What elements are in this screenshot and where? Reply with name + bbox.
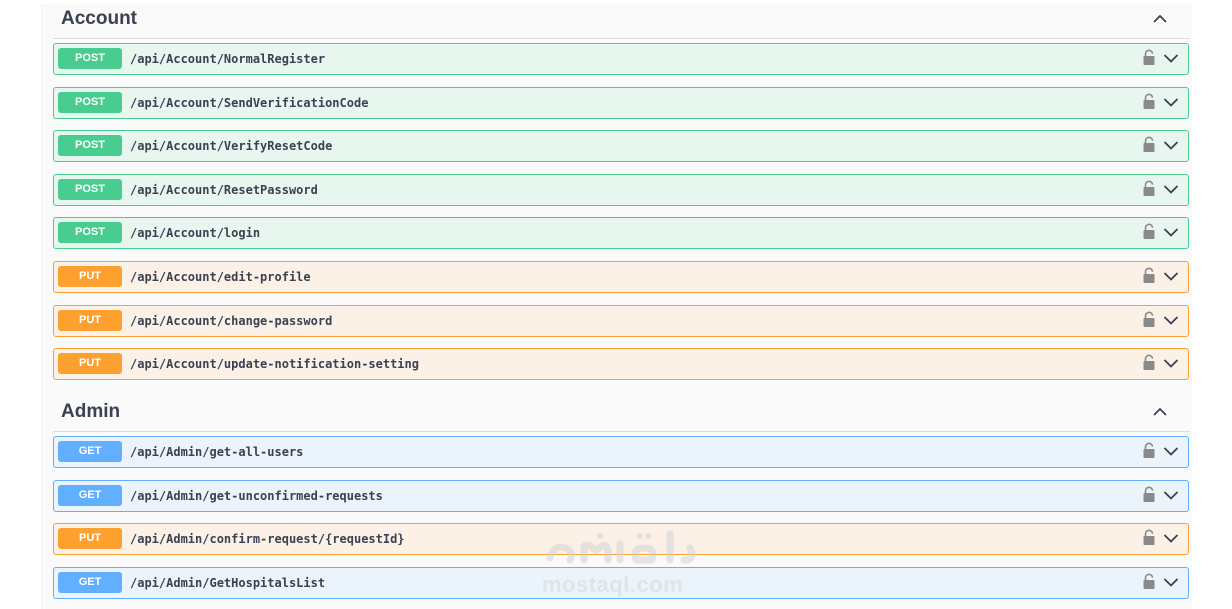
chevron-down-icon[interactable] [1163,52,1179,64]
method-badge: PUT [58,353,122,374]
chevron-down-icon[interactable] [1163,96,1179,108]
operation-row[interactable]: GET /api/Admin/get-all-users [53,436,1189,468]
chevron-down-icon[interactable] [1163,576,1179,588]
operation-path: /api/Account/VerifyResetCode [130,139,333,153]
operation-row[interactable]: PUT /api/Account/update-notification-set… [53,348,1189,380]
chevron-down-icon[interactable] [1163,226,1179,238]
operation-path: /api/Account/edit-profile [130,270,311,284]
method-badge: POST [58,179,122,200]
method-badge: POST [58,48,122,69]
method-badge: POST [58,222,122,243]
operation-path: /api/Account/NormalRegister [130,52,326,66]
lock-icon[interactable] [1142,223,1156,240]
operation-row[interactable]: POST /api/Account/SendVerificationCode [53,87,1189,119]
operation-row[interactable]: PUT /api/Account/edit-profile [53,261,1189,293]
operation-path: /api/Account/update-notification-setting [130,357,419,371]
mostaql-watermark: mostaql.com [540,524,700,604]
operation-path: /api/Account/SendVerificationCode [130,96,369,110]
operation-row[interactable]: POST /api/Account/ResetPassword [53,174,1189,206]
chevron-down-icon[interactable] [1163,270,1179,282]
lock-icon[interactable] [1142,529,1156,546]
operation-path: /api/Admin/get-all-users [130,445,304,459]
method-badge: PUT [58,310,122,331]
operation-path: /api/Account/login [130,226,261,240]
method-badge: GET [58,572,122,593]
operation-path: /api/Account/ResetPassword [130,183,318,197]
chevron-down-icon[interactable] [1163,445,1179,457]
method-badge: PUT [58,528,122,549]
chevron-up-icon[interactable] [1152,11,1168,27]
lock-icon[interactable] [1142,486,1156,503]
lock-icon[interactable] [1142,180,1156,197]
lock-icon[interactable] [1142,267,1156,284]
operation-row[interactable]: PUT /api/Account/change-password [53,305,1189,337]
section-title: Account [61,8,137,29]
lock-icon[interactable] [1142,93,1156,110]
method-badge: GET [58,441,122,462]
mostaql-logo-mark [546,530,696,564]
lock-icon[interactable] [1142,442,1156,459]
operation-path: /api/Admin/confirm-request/{requestId} [130,532,405,546]
section-title: Admin [61,401,121,422]
lock-icon[interactable] [1142,573,1156,590]
operation-path: /api/Admin/get-unconfirmed-requests [130,489,383,503]
method-badge: PUT [58,266,122,287]
section-header-account[interactable]: Account [53,4,1190,39]
chevron-down-icon[interactable] [1163,532,1179,544]
chevron-up-icon[interactable] [1152,404,1168,420]
operation-path: /api/Admin/GetHospitalsList [130,576,326,590]
method-badge: POST [58,135,122,156]
lock-icon[interactable] [1142,354,1156,371]
chevron-down-icon[interactable] [1163,357,1179,369]
method-badge: POST [58,92,122,113]
watermark-text: mostaql.com [542,572,684,597]
section-header-admin[interactable]: Admin [53,397,1190,432]
operation-row[interactable]: POST /api/Account/NormalRegister [53,43,1189,75]
operation-row[interactable]: POST /api/Account/VerifyResetCode [53,130,1189,162]
method-badge: GET [58,485,122,506]
operation-path: /api/Account/change-password [130,314,333,328]
lock-icon[interactable] [1142,49,1156,66]
operation-row[interactable]: POST /api/Account/login [53,217,1189,249]
chevron-down-icon[interactable] [1163,139,1179,151]
lock-icon[interactable] [1142,311,1156,328]
chevron-down-icon[interactable] [1163,314,1179,326]
operation-row[interactable]: GET /api/Admin/get-unconfirmed-requests [53,480,1189,512]
chevron-down-icon[interactable] [1163,489,1179,501]
lock-icon[interactable] [1142,136,1156,153]
chevron-down-icon[interactable] [1163,183,1179,195]
